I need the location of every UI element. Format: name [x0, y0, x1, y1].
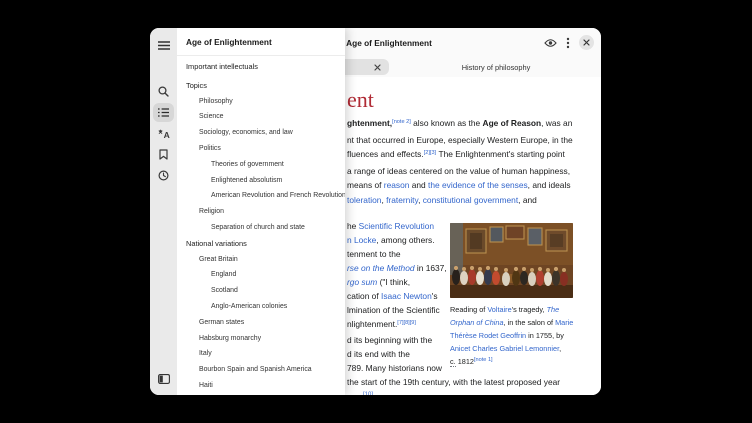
article-link[interactable]: Marie [555, 318, 573, 327]
article-link[interactable]: The [547, 305, 560, 314]
toc-list-icon[interactable] [153, 103, 174, 122]
text-segment: nlightenment. [347, 319, 397, 329]
toc-list: Important intellectualsTopicsPhilosophyS… [177, 56, 345, 394]
article-link[interactable]: rgo sum [347, 277, 377, 287]
toc-panel-title: Age of Enlightenment [186, 37, 272, 47]
close-icon[interactable] [579, 35, 594, 50]
article-link[interactable]: [7][8][9] [397, 320, 416, 326]
text-segment: in 1755, by [526, 331, 564, 340]
toc-item[interactable]: Bourbon Spain and Spanish America [177, 362, 345, 378]
salon-painting-image[interactable] [450, 223, 582, 298]
article-link[interactable]: Isaac Newton [381, 291, 432, 301]
text-segment: in 1637, [415, 263, 447, 273]
article-link[interactable]: [2][3] [424, 150, 436, 156]
text-segment: lmination of the Scientific [347, 305, 440, 315]
article-figure: Reading of Voltaire's tragedy, The Orphan… [450, 223, 582, 370]
article-link[interactable]: Orphan of China [450, 318, 504, 327]
toc-item[interactable]: Politics [177, 141, 345, 157]
toc-item[interactable]: Philosophy [177, 94, 345, 110]
text-segment: ("I think, [377, 277, 410, 287]
tab-history-of-philosophy[interactable]: History of philosophy [391, 57, 601, 77]
toc-item[interactable]: Separation of church and state [177, 220, 345, 236]
toc-item[interactable]: National variations [177, 236, 345, 252]
toc-item[interactable]: Theories of government [177, 157, 345, 173]
article-link[interactable]: Voltaire [487, 305, 511, 314]
clipped-reference[interactable]: [10] [363, 392, 373, 395]
toc-item[interactable]: Haiti [177, 378, 345, 394]
text-segment: tenment to the [347, 249, 401, 259]
article-link[interactable]: constitutional government [423, 195, 518, 205]
text-segment: and [409, 180, 428, 190]
article-link[interactable]: Thérèse Rodet Geoffrin [450, 331, 526, 340]
toc-item[interactable]: German states [177, 315, 345, 331]
header-actions [544, 28, 594, 57]
text-segment: The Enlightenment's starting point [436, 149, 565, 159]
toc-item[interactable]: Great Britain [177, 252, 345, 268]
text-segment: the start of the 19th century, with the … [347, 377, 560, 387]
tab-close-icon[interactable] [374, 58, 381, 76]
svg-text:A: A [163, 130, 169, 139]
article-link[interactable]: the evidence of the senses [428, 180, 528, 190]
article-link[interactable]: fraternity [386, 195, 418, 205]
text-segment: fluences and effects. [347, 149, 424, 159]
text-segment: , among others. [376, 235, 434, 245]
search-icon[interactable] [153, 82, 174, 101]
toc-item[interactable]: Enlightened absolutism [177, 173, 345, 189]
sidebar-toggle-icon[interactable] [153, 369, 174, 388]
text-segment: d its beginning with the [347, 335, 432, 345]
text-segment: , and ideals [528, 180, 571, 190]
text-segment: means of [347, 180, 384, 190]
text-segment: 789. Many historians now [347, 363, 442, 373]
article-paragraph-1: ghtenment,[note 2] also known as the Age… [347, 116, 573, 208]
text-segment: , was an [541, 118, 572, 128]
article-link[interactable]: [note 2] [392, 119, 411, 125]
text-segment: , and [518, 195, 537, 205]
language-icon[interactable]: A [153, 124, 174, 143]
toc-panel-header: Age of Enlightenment [177, 28, 345, 56]
toc-item[interactable]: Habsburg monarchy [177, 331, 345, 347]
article-heading: ent [347, 87, 374, 113]
toc-item[interactable]: Religion [177, 204, 345, 220]
text-segment: 's tragedy, [512, 305, 547, 314]
toc-item[interactable]: Anglo-American colonies [177, 299, 345, 315]
app-window: Age of Enlightenment [150, 28, 601, 395]
toc-item[interactable]: Important intellectuals [177, 59, 345, 75]
article-link[interactable]: Scientific Revolution [359, 221, 434, 231]
bookmark-icon[interactable] [153, 145, 174, 164]
kebab-menu-icon[interactable] [566, 37, 570, 49]
toc-item[interactable]: Italy [177, 346, 345, 362]
toc-item[interactable]: Topics [177, 78, 345, 94]
text-segment: cation of [347, 291, 381, 301]
eye-icon[interactable] [544, 38, 557, 48]
text-segment: , in the salon of [504, 318, 556, 327]
toc-panel: Age of Enlightenment Important intellect… [177, 28, 345, 395]
text-segment: Age of Reason [483, 118, 542, 128]
toc-item[interactable]: American Revolution and French Revolutio… [177, 188, 345, 204]
text-segment: also known as the [411, 118, 483, 128]
window-title: Age of Enlightenment [346, 38, 432, 48]
toc-item[interactable]: Scotland [177, 283, 345, 299]
article-link[interactable]: Anicet Charles Gabriel Lemonnier [450, 344, 559, 353]
text-segment: he [347, 221, 359, 231]
toc-item[interactable]: Sociology, economics, and law [177, 125, 345, 141]
text-segment: ghtenment, [347, 118, 392, 128]
text-segment: nt that occurred in Europe, especially W… [347, 135, 573, 145]
article-link[interactable]: n Locke [347, 235, 376, 245]
article-link[interactable]: toleration [347, 195, 381, 205]
text-segment: Reading of [450, 305, 487, 314]
text-segment: 's [432, 291, 438, 301]
text-segment: d its end with the [347, 349, 410, 359]
article-link[interactable]: rse on the Method [347, 263, 415, 273]
text-segment: 1812 [456, 357, 474, 366]
article-link[interactable]: reason [384, 180, 410, 190]
text-segment: , [559, 344, 561, 353]
article-link[interactable]: [note 1] [474, 357, 493, 363]
figure-caption: Reading of Voltaire's tragedy, The Orphan… [450, 304, 582, 370]
hamburger-menu-icon[interactable] [153, 36, 174, 55]
text-segment: a range of ideas centered on the value o… [347, 166, 570, 176]
history-clock-icon[interactable] [153, 166, 174, 185]
icon-rail: A [150, 28, 177, 395]
toc-item[interactable]: England [177, 267, 345, 283]
toc-item[interactable]: Science [177, 109, 345, 125]
